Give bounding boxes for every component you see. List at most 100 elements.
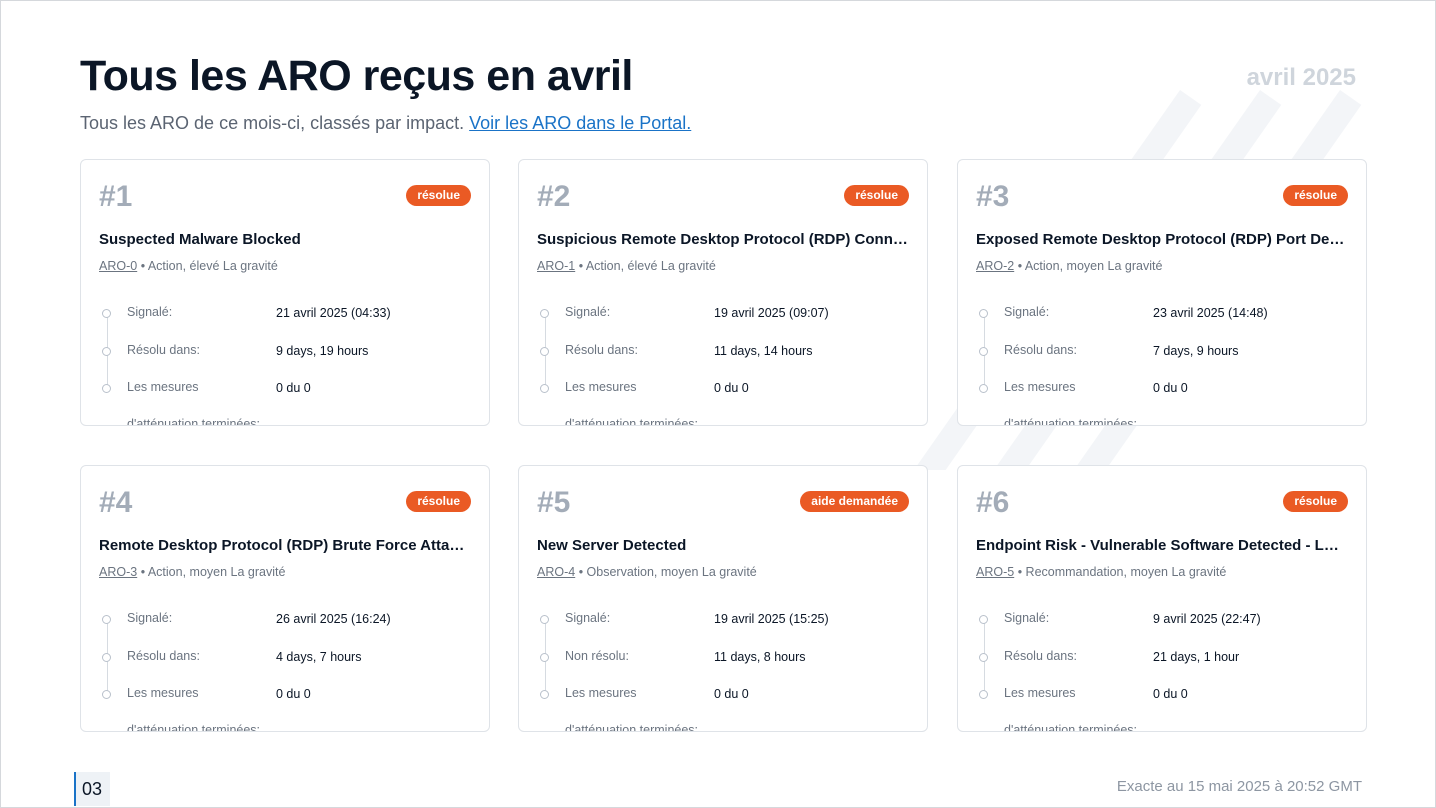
reported-label: Signalé: [1004,305,1050,319]
reported-value: 9 avril 2025 (22:47) [1153,612,1261,626]
card-rank: #4 [99,486,133,519]
card-title[interactable]: Endpoint Risk - Vulnerable Software Dete… [976,537,1348,554]
mitigation-label: Les mesures d'atténuation terminées: [565,380,699,426]
card-meta-text: • Observation, moyen La gravité [578,565,757,579]
card-meta: ARO-5 • Recommandation, moyen La gravité [976,565,1226,579]
mitigation-value: 0 du 0 [714,381,749,395]
aro-id-link[interactable]: ARO-5 [976,565,1014,579]
duration-value: 11 days, 14 hours [714,344,813,358]
timeline-dot-icon [979,309,988,318]
duration-value: 4 days, 7 hours [276,650,362,664]
timeline-dot-icon [540,690,549,699]
mitigation-label: Les mesures d'atténuation terminées: [1004,380,1138,426]
card-title[interactable]: New Server Detected [537,537,909,554]
timeline-dot-icon [979,690,988,699]
timeline-dot-icon [540,384,549,393]
card-rank: #3 [976,180,1010,213]
duration-label: Résolu dans: [127,649,200,663]
aro-card-1[interactable]: #1 résolue Suspected Malware Blocked ARO… [80,159,490,426]
accuracy-timestamp: Exacte au 15 mai 2025 à 20:52 GMT [1116,778,1362,795]
card-meta: ARO-4 • Observation, moyen La gravité [537,565,757,579]
timeline-dot-icon [540,653,549,662]
reported-label: Signalé: [127,305,173,319]
timeline-dot-icon [102,347,111,356]
mitigation-value: 0 du 0 [276,381,311,395]
aro-card-6[interactable]: #6 résolue Endpoint Risk - Vulnerable So… [957,465,1367,732]
card-title[interactable]: Suspicious Remote Desktop Protocol (RDP)… [537,231,909,248]
status-badge: résolue [406,185,471,206]
duration-value: 11 days, 8 hours [714,650,806,664]
timeline-dot-icon [540,309,549,318]
mitigation-label: Les mesures d'atténuation terminées: [565,686,699,732]
aro-id-link[interactable]: ARO-1 [537,259,575,273]
aro-id-link[interactable]: ARO-3 [99,565,137,579]
reported-label: Signalé: [1004,611,1050,625]
duration-label: Non résolu: [565,649,629,663]
timeline-dot-icon [102,615,111,624]
duration-value: 21 days, 1 hour [1153,650,1240,664]
month-label: avril 2025 [1246,64,1356,91]
reported-label: Signalé: [127,611,173,625]
card-rank: #2 [537,180,571,213]
card-meta: ARO-3 • Action, moyen La gravité [99,565,285,579]
aro-card-5[interactable]: #5 aide demandée New Server Detected ARO… [518,465,928,732]
timeline-dot-icon [102,309,111,318]
mitigation-value: 0 du 0 [1153,687,1188,701]
timeline-dot-icon [979,653,988,662]
reported-label: Signalé: [565,611,611,625]
card-meta-text: • Action, élevé La gravité [578,259,716,273]
timeline-dot-icon [979,384,988,393]
page-number: 03 [74,772,110,806]
status-badge: résolue [1283,185,1348,206]
card-meta-text: • Recommandation, moyen La gravité [1017,565,1227,579]
card-meta-text: • Action, moyen La gravité [140,565,286,579]
duration-label: Résolu dans: [1004,343,1077,357]
aro-card-4[interactable]: #4 résolue Remote Desktop Protocol (RDP)… [80,465,490,732]
duration-value: 9 days, 19 hours [276,344,369,358]
page-subtitle: Tous les ARO de ce mois-ci, classés par … [80,113,691,134]
status-badge: résolue [844,185,909,206]
timeline-dot-icon [979,615,988,624]
card-meta-text: • Action, élevé La gravité [140,259,278,273]
card-title[interactable]: Exposed Remote Desktop Protocol (RDP) Po… [976,231,1348,248]
portal-link[interactable]: Voir les ARO dans le Portal. [469,113,691,133]
card-meta: ARO-2 • Action, moyen La gravité [976,259,1162,273]
mitigation-label: Les mesures d'atténuation terminées: [127,380,261,426]
card-meta: ARO-0 • Action, élevé La gravité [99,259,278,273]
timeline-dot-icon [102,384,111,393]
aro-id-link[interactable]: ARO-4 [537,565,575,579]
subtitle-text: Tous les ARO de ce mois-ci, classés par … [80,113,465,133]
reported-value: 26 avril 2025 (16:24) [276,612,391,626]
status-badge: résolue [1283,491,1348,512]
card-rank: #5 [537,486,571,519]
status-badge: aide demandée [800,491,909,512]
card-rank: #1 [99,180,133,213]
aro-id-link[interactable]: ARO-2 [976,259,1014,273]
duration-label: Résolu dans: [565,343,638,357]
timeline-dot-icon [540,615,549,624]
aro-card-2[interactable]: #2 résolue Suspicious Remote Desktop Pro… [518,159,928,426]
card-meta: ARO-1 • Action, élevé La gravité [537,259,716,273]
reported-label: Signalé: [565,305,611,319]
timeline-dot-icon [102,690,111,699]
mitigation-value: 0 du 0 [276,687,311,701]
duration-label: Résolu dans: [1004,649,1077,663]
mitigation-value: 0 du 0 [1153,381,1188,395]
card-title[interactable]: Suspected Malware Blocked [99,231,471,248]
card-title[interactable]: Remote Desktop Protocol (RDP) Brute Forc… [99,537,471,554]
card-meta-text: • Action, moyen La gravité [1017,259,1163,273]
duration-value: 7 days, 9 hours [1153,344,1239,358]
mitigation-label: Les mesures d'atténuation terminées: [127,686,261,732]
timeline-dot-icon [979,347,988,356]
reported-value: 23 avril 2025 (14:48) [1153,306,1268,320]
timeline-dot-icon [102,653,111,662]
card-rank: #6 [976,486,1010,519]
aro-id-link[interactable]: ARO-0 [99,259,137,273]
mitigation-value: 0 du 0 [714,687,749,701]
status-badge: résolue [406,491,471,512]
reported-value: 19 avril 2025 (09:07) [714,306,829,320]
mitigation-label: Les mesures d'atténuation terminées: [1004,686,1138,732]
aro-card-3[interactable]: #3 résolue Exposed Remote Desktop Protoc… [957,159,1367,426]
timeline-dot-icon [540,347,549,356]
reported-value: 21 avril 2025 (04:33) [276,306,391,320]
